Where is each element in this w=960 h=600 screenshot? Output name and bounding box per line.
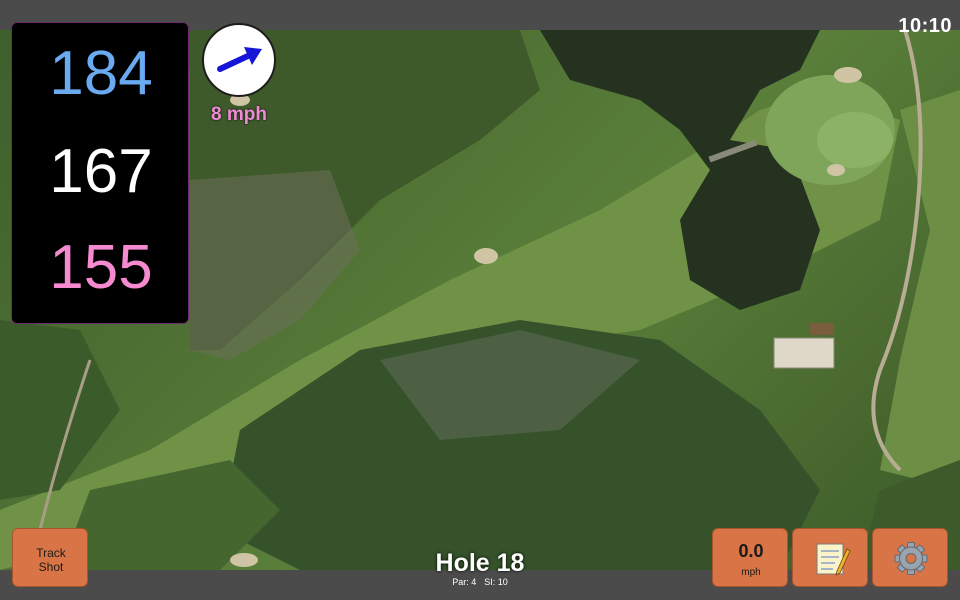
wind-speed: 8 mph xyxy=(211,104,267,125)
back-distance: 184 xyxy=(49,39,153,108)
front-distance: 155 xyxy=(49,233,153,302)
track-shot-button[interactable]: Track Shot xyxy=(12,528,88,587)
hole-par: Par: 4 xyxy=(452,577,477,587)
speed-unit: mph xyxy=(741,567,761,578)
distance-panel: 184 167 155 xyxy=(11,22,189,324)
wind-direction-arrow-icon xyxy=(217,47,262,72)
hole-title: Hole 18 xyxy=(435,549,525,577)
status-time: 10:10 xyxy=(898,15,952,37)
wind-indicator xyxy=(202,23,276,97)
notepad-icon xyxy=(816,543,851,576)
settings-button[interactable] xyxy=(872,528,948,587)
hole-si: SI: 10 xyxy=(484,577,508,587)
middle-distance: 167 xyxy=(49,137,153,206)
hole-meta: Par: 4 SI: 10 xyxy=(400,577,560,587)
speed-button[interactable]: 0.0 mph xyxy=(712,528,788,587)
track-shot-label-line1: Track xyxy=(36,546,66,560)
track-shot-label-line2: Shot xyxy=(38,560,64,574)
notes-button[interactable] xyxy=(792,528,868,587)
speed-value: 0.0 xyxy=(738,541,764,561)
gear-icon xyxy=(894,542,928,575)
